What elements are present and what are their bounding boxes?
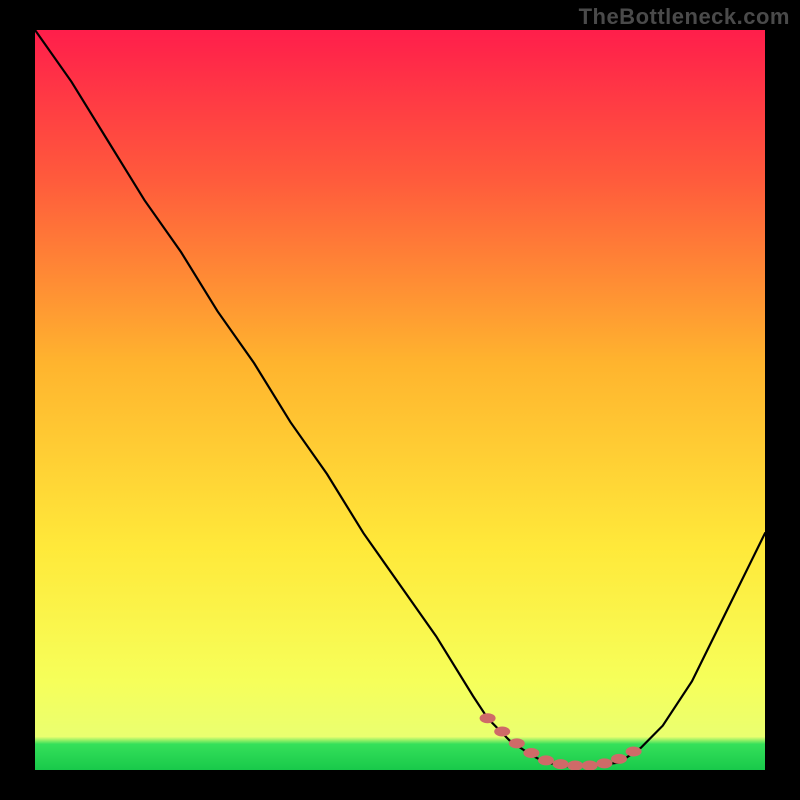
plot-area [35, 30, 765, 770]
bottleneck-chart [35, 30, 765, 770]
highlight-dot [596, 758, 612, 768]
watermark-text: TheBottleneck.com [579, 4, 790, 30]
highlight-dot [523, 748, 539, 758]
highlight-dot [538, 755, 554, 765]
chart-frame: TheBottleneck.com [0, 0, 800, 800]
heat-gradient [35, 30, 765, 770]
highlight-dot [480, 713, 496, 723]
highlight-dot [611, 754, 627, 764]
highlight-dot [509, 738, 525, 748]
highlight-dot [626, 747, 642, 757]
highlight-dot [553, 759, 569, 769]
highlight-dot [494, 727, 510, 737]
